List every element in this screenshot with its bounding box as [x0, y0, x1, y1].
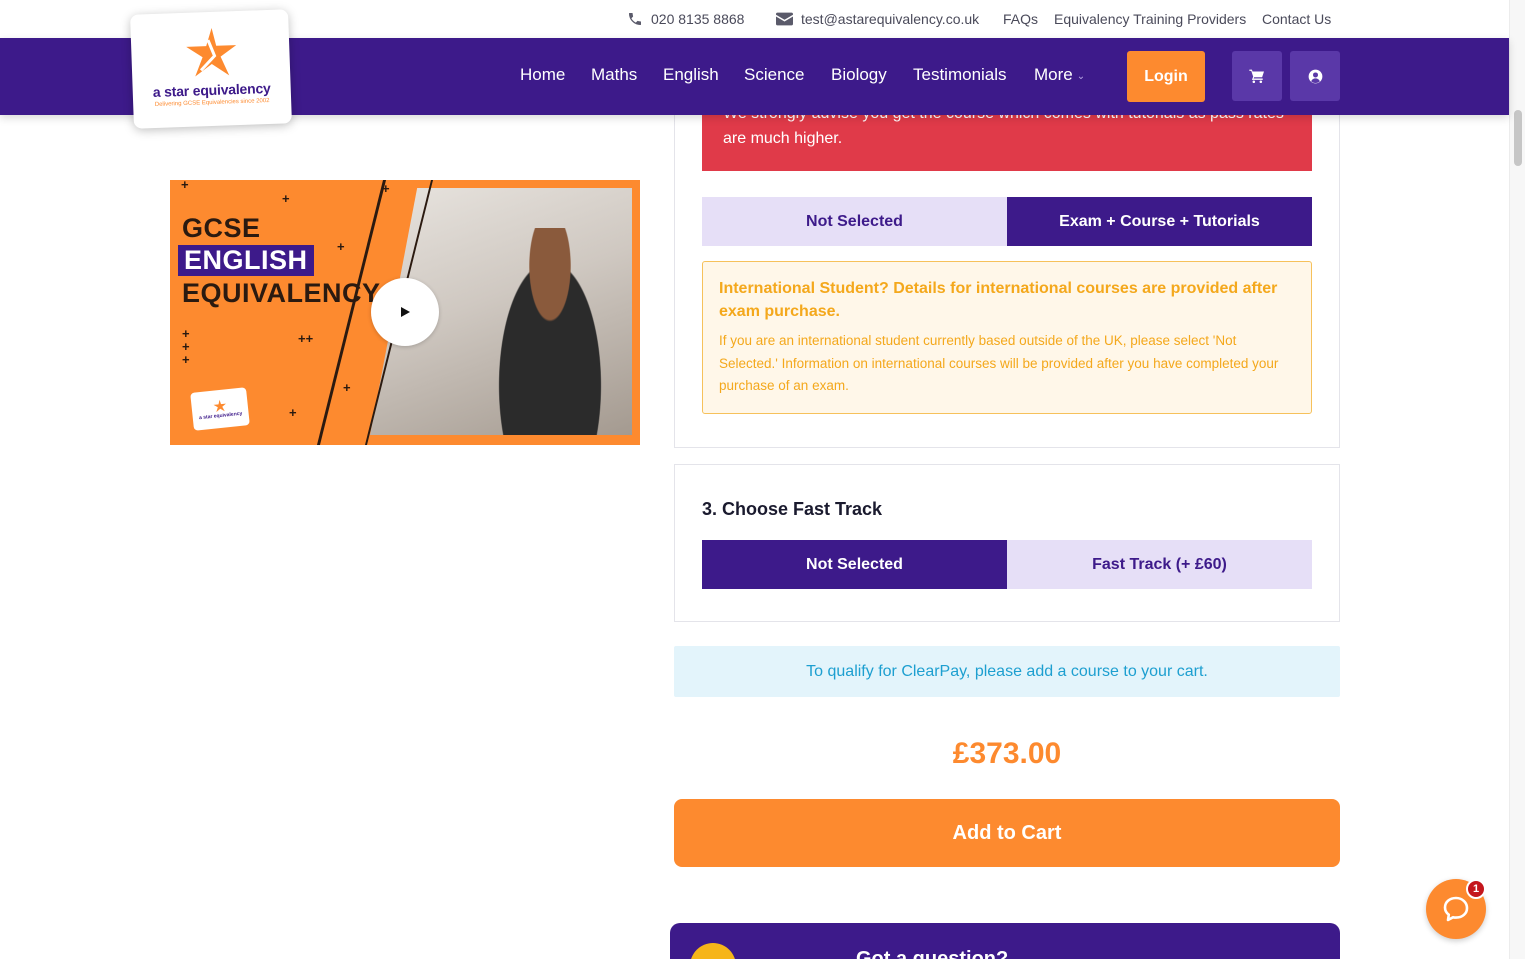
sparkle-icon: + [181, 180, 189, 192]
play-icon [401, 307, 410, 317]
nav-maths[interactable]: Maths [591, 65, 637, 85]
nav-more-label: More [1034, 65, 1073, 84]
tutorials-toggle: Not Selected Exam + Course + Tutorials [702, 197, 1312, 246]
nav-science-label: Science [744, 65, 805, 84]
phone-link[interactable]: 020 8135 8868 [627, 11, 744, 27]
nav-more[interactable]: More ⌄ [1034, 65, 1085, 85]
email-address: test@astarequivalency.co.uk [801, 11, 980, 27]
mini-logo: a star equivalency [190, 387, 250, 431]
star-logo-icon [186, 27, 237, 77]
phone-icon [629, 13, 641, 25]
play-button[interactable] [371, 278, 439, 346]
option-label: Not Selected [806, 555, 903, 573]
nav-biology[interactable]: Biology [831, 65, 887, 85]
site-logo[interactable]: a star equivalency Delivering GCSE Equiv… [130, 9, 292, 129]
fast-track-option-not-selected[interactable]: Not Selected [702, 540, 1007, 589]
product-page: 020 8135 8868 test@astarequivalency.co.u… [0, 0, 1525, 959]
sparkle-icon: + [343, 380, 351, 395]
clearpay-notice: To qualify for ClearPay, please add a co… [674, 646, 1340, 697]
nav-home[interactable]: Home [520, 65, 565, 85]
account-button[interactable] [1290, 51, 1340, 101]
chat-unread-badge: 1 [1466, 879, 1486, 899]
total-price: £373.00 [952, 737, 1062, 770]
mini-logo-text: a star equivalency [198, 410, 243, 422]
fast-track-toggle: Not Selected Fast Track (+ £60) [702, 540, 1312, 589]
video-title-line3: EQUIVALENCY [182, 278, 381, 308]
course-video-thumbnail[interactable]: GCSE ENGLISH EQUIVALENCY + + + + + + + +… [170, 180, 640, 445]
chat-bubble-icon [1443, 896, 1469, 922]
logo-tagline: Delivering GCSE Equivalencies since 2002 [154, 97, 270, 108]
nav-english[interactable]: English [663, 65, 719, 85]
contact-us-link[interactable]: Contact Us [1262, 11, 1331, 27]
nav-testimonials[interactable]: Testimonials [913, 65, 1007, 85]
training-providers-link[interactable]: Equivalency Training Providers [1054, 11, 1246, 27]
question-avatar-icon [690, 943, 736, 959]
option-label: Exam + Course + Tutorials [1059, 212, 1260, 230]
email-link[interactable]: test@astarequivalency.co.uk [776, 11, 979, 27]
nav-biology-label: Biology [831, 65, 887, 84]
clearpay-text: To qualify for ClearPay, please add a co… [806, 662, 1208, 680]
chevron-down-icon: ⌄ [1076, 70, 1086, 82]
sparkle-icon: + [182, 352, 190, 367]
option-label: Fast Track (+ £60) [1092, 555, 1227, 573]
sparkle-icon: + [289, 405, 297, 420]
video-title-line1: GCSE [182, 213, 261, 243]
question-banner: Got a question? [670, 923, 1340, 959]
add-to-cart-label: Add to Cart [952, 821, 1062, 844]
training-providers-label: Equivalency Training Providers [1054, 11, 1247, 27]
sparkle-icon: + [337, 239, 345, 254]
phone-number: 020 8135 8868 [651, 11, 745, 27]
international-body: If you are an international student curr… [719, 333, 1279, 393]
nav-science[interactable]: Science [744, 65, 804, 85]
tutorials-option-exam-course-tutorials[interactable]: Exam + Course + Tutorials [1007, 197, 1312, 246]
envelope-icon [776, 12, 793, 26]
nav-english-label: English [663, 65, 719, 84]
page-scrollbar[interactable] [1509, 0, 1525, 959]
faqs-link[interactable]: FAQs [1003, 11, 1038, 27]
faqs-label: FAQs [1003, 11, 1039, 27]
nav-home-label: Home [520, 65, 566, 84]
sparkle-icon: + [282, 191, 290, 206]
video-title-line2: ENGLISH [178, 245, 314, 276]
sparkle-icon: + [382, 181, 390, 196]
student-figure [485, 228, 615, 435]
nav-testimonials-label: Testimonials [913, 65, 1007, 84]
question-heading: Got a question? [856, 948, 1009, 959]
nav-maths-label: Maths [591, 65, 638, 84]
logo-wordmark: a star equivalency [152, 79, 271, 101]
sparkle-icon: ++ [298, 331, 314, 346]
user-icon [1308, 69, 1322, 83]
fast-track-option-fast-track[interactable]: Fast Track (+ £60) [1007, 540, 1312, 589]
tutorials-option-not-selected[interactable]: Not Selected [702, 197, 1007, 246]
international-student-notice: International Student? Details for inter… [702, 261, 1312, 414]
login-label: Login [1144, 67, 1188, 85]
fast-track-title: 3. Choose Fast Track [702, 499, 883, 519]
contact-us-label: Contact Us [1262, 11, 1332, 27]
login-button[interactable]: Login [1127, 51, 1205, 102]
scrollbar-thumb[interactable] [1514, 110, 1522, 166]
option-label: Not Selected [806, 212, 903, 230]
international-heading: International Student? Details for inter… [719, 280, 1278, 320]
add-to-cart-button[interactable]: Add to Cart [674, 799, 1340, 867]
cart-icon [1249, 69, 1264, 83]
cart-button[interactable] [1232, 51, 1282, 101]
